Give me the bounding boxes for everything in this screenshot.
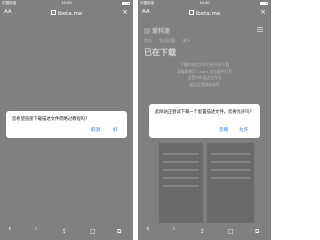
lock-icon bbox=[188, 9, 194, 15]
logo-mark-icon bbox=[144, 28, 150, 34]
tutorial-screenshot bbox=[206, 142, 255, 224]
url-text: ibeta.me bbox=[57, 10, 83, 17]
close-icon[interactable]: × bbox=[122, 8, 128, 16]
back-icon[interactable]: ‹ bbox=[8, 225, 12, 234]
site-nav: 首页 常见问题 关于 bbox=[144, 38, 197, 44]
bookmarks-icon[interactable]: □ bbox=[228, 229, 234, 235]
nav-link-faq[interactable]: 常见问题 bbox=[159, 38, 175, 43]
left-phone-screen: 中国电信 10:40 AA ibeta.me × 您希望直接下载描述文件而略过教… bbox=[0, 0, 133, 240]
cancel-button[interactable]: 取消 bbox=[91, 128, 100, 134]
profile-download-dialog: 此网站正尝试下载一个配置描述文件。您要允许吗? 忽略 允许 bbox=[149, 104, 260, 138]
address-bar[interactable]: AA ibeta.me × bbox=[0, 6, 133, 20]
url-host[interactable]: ibeta.me bbox=[138, 9, 271, 17]
share-icon[interactable]: ⇪ bbox=[200, 229, 205, 235]
site-logo[interactable]: 爱科迷 bbox=[144, 26, 170, 35]
tabs-icon[interactable]: ⧉ bbox=[117, 229, 121, 235]
tabs-icon[interactable]: ⧉ bbox=[255, 229, 259, 235]
lock-icon bbox=[50, 9, 56, 15]
nav-link-about[interactable]: 关于 bbox=[183, 38, 191, 43]
site-logo-text: 爱科迷 bbox=[152, 28, 171, 35]
download-prompt-dialog: 您希望直接下载描述文件而略过教程吗? 取消 好 bbox=[6, 111, 127, 138]
forward-icon[interactable]: › bbox=[34, 225, 38, 234]
tutorial-screenshots bbox=[158, 142, 255, 224]
share-icon[interactable]: ⇪ bbox=[62, 229, 67, 235]
tutorial-screenshot bbox=[158, 142, 204, 224]
menu-icon[interactable] bbox=[257, 27, 263, 32]
safari-toolbar: ‹ › ⇪ □ ⧉ bbox=[138, 225, 271, 240]
battery-icon bbox=[122, 1, 130, 5]
bookmarks-icon[interactable]: □ bbox=[90, 229, 96, 235]
back-icon[interactable]: ‹ bbox=[146, 225, 150, 234]
dialog-message: 此网站正尝试下载一个配置描述文件。您要允许吗? bbox=[155, 110, 252, 115]
forward-icon[interactable]: › bbox=[172, 225, 176, 234]
close-icon[interactable]: × bbox=[260, 8, 266, 16]
address-bar[interactable]: AA ibeta.me × bbox=[138, 6, 271, 20]
ok-button[interactable]: 好 bbox=[113, 128, 118, 134]
dialog-message: 您希望直接下载描述文件而略过教程吗? bbox=[12, 117, 88, 122]
allow-button[interactable]: 允许 bbox=[239, 128, 248, 134]
battery-icon bbox=[260, 1, 268, 5]
safari-toolbar: ‹ › ⇪ □ ⧉ bbox=[0, 225, 133, 240]
url-text: ibeta.me bbox=[195, 10, 221, 17]
nav-link-home[interactable]: 首页 bbox=[144, 38, 152, 43]
page-title: 已在下载 bbox=[144, 48, 176, 57]
right-phone-screen: 中国电信 10:40 AA ibeta.me × 爱科迷 首页 常见问题 关于 … bbox=[138, 0, 271, 240]
instruction-line: 返回设置刷新即可 bbox=[189, 81, 220, 87]
url-host[interactable]: ibeta.me bbox=[0, 9, 133, 17]
instructions: 下载的描述文件已经开始下载 请确保使用 Safari 浏览器中打开 设置中有描述… bbox=[138, 62, 271, 88]
ignore-button[interactable]: 忽略 bbox=[219, 128, 228, 134]
